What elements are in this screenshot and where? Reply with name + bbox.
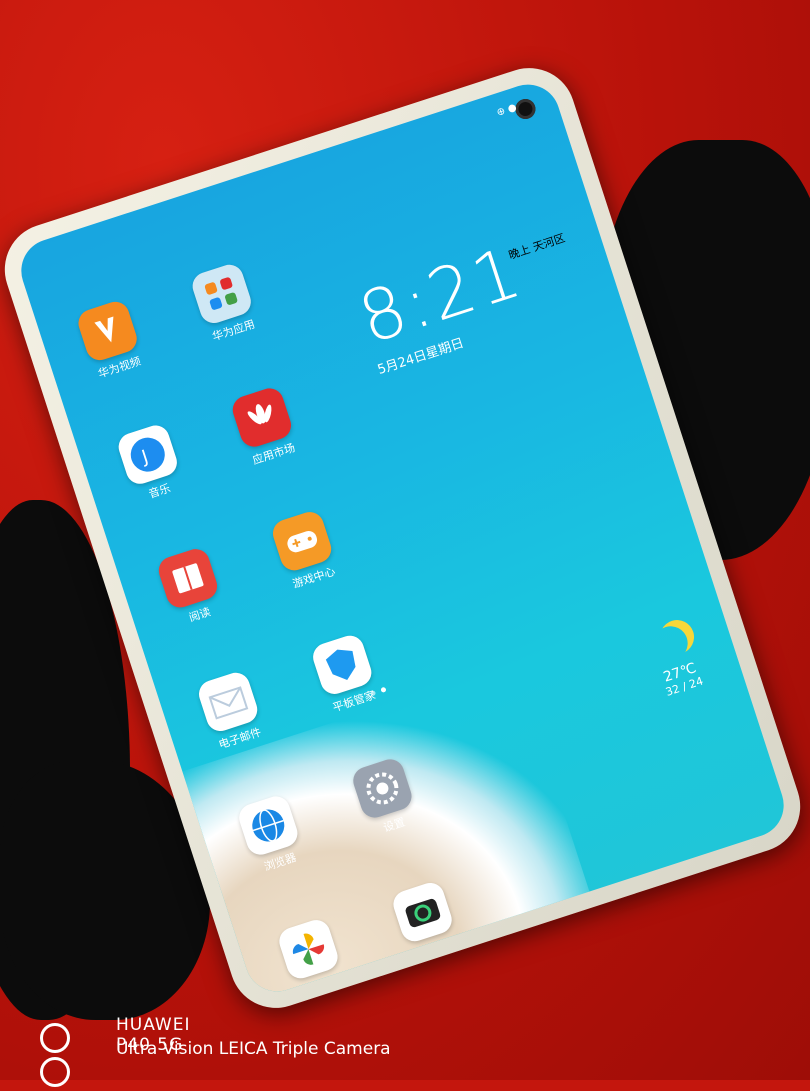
app-market[interactable]: 应用市场: [221, 382, 310, 472]
moon-icon: [649, 622, 692, 665]
status-bar: ⊕ ●: [495, 101, 519, 119]
app-email[interactable]: 电子邮件: [187, 666, 276, 756]
leica-rings-logo: [40, 1023, 72, 1091]
app-reading[interactable]: 阅读: [147, 543, 236, 633]
watermark-line2: Ultra Vision LEICA Triple Camera: [116, 1039, 391, 1059]
app-game-center[interactable]: 游戏中心: [261, 506, 350, 596]
app-tablet-manager[interactable]: 平板管家: [301, 629, 390, 719]
weather-widget[interactable]: 27℃ 32 / 24: [647, 621, 704, 699]
app-huawei-video[interactable]: 华为视频: [66, 295, 155, 385]
clock-location: 晚上 天河区: [506, 231, 567, 262]
app-huawei-apps-folder[interactable]: 华为应用: [180, 258, 269, 348]
app-music[interactable]: J 音乐: [106, 419, 195, 509]
